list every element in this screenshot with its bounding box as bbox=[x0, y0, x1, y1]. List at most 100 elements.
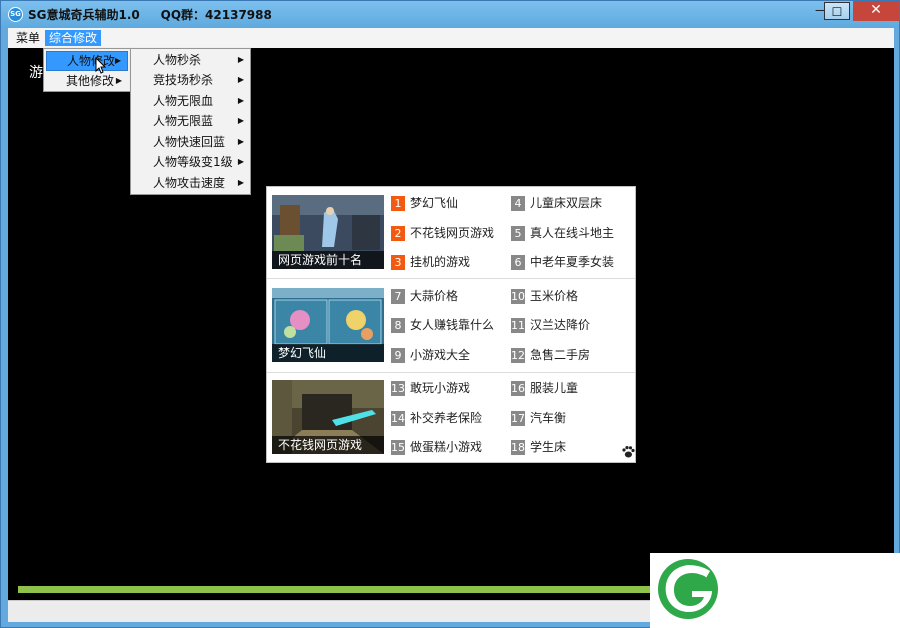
chevron-right-icon: ▶ bbox=[115, 76, 122, 85]
ad-link-text: 小游戏大全 bbox=[410, 348, 471, 362]
rank-badge: 16 bbox=[511, 381, 525, 396]
menu-item-label: 人物等级变1级 bbox=[153, 155, 233, 169]
ad-link[interactable]: 11 汉兰达降价 bbox=[511, 316, 590, 334]
ad-link-text: 学生床 bbox=[530, 440, 567, 454]
ad-link[interactable]: 15 做蛋糕小游戏 bbox=[391, 438, 482, 456]
menu-item-character-modify[interactable]: 人物修改 ▶ bbox=[46, 51, 128, 71]
site-logo bbox=[650, 553, 900, 628]
rank-badge: 13 bbox=[391, 381, 405, 396]
rank-badge: 8 bbox=[391, 318, 405, 333]
menu-item-label: 竞技场秒杀 bbox=[153, 73, 214, 87]
menu-item-fast-mp-regen[interactable]: 人物快速回蓝 ▶ bbox=[133, 132, 250, 152]
ad-link-text: 急售二手房 bbox=[530, 348, 591, 362]
chevron-right-icon: ▶ bbox=[114, 56, 121, 65]
menu-item-label: 人物无限蓝 bbox=[153, 114, 214, 128]
ad-link[interactable]: 4 儿童床双层床 bbox=[511, 194, 602, 212]
ad-link[interactable]: 12 急售二手房 bbox=[511, 346, 590, 364]
menu-item-arena-instakill[interactable]: 竞技场秒杀 ▶ bbox=[133, 70, 250, 90]
rank-badge: 10 bbox=[511, 289, 525, 304]
ad-link[interactable]: 2 不花钱网页游戏 bbox=[391, 224, 494, 242]
ad-link-text: 敢玩小游戏 bbox=[410, 381, 471, 395]
maximize-button[interactable]: ☐ bbox=[824, 2, 850, 20]
menu-item-label: 人物无限血 bbox=[153, 94, 214, 108]
rank-badge: 18 bbox=[511, 440, 525, 455]
ad-thumbnail-caption: 网页游戏前十名 bbox=[272, 251, 384, 269]
rank-badge: 12 bbox=[511, 348, 525, 363]
close-button[interactable]: ✕ bbox=[853, 1, 899, 21]
ad-thumbnail-caption: 不花钱网页游戏 bbox=[272, 436, 384, 454]
ad-link[interactable]: 3 挂机的游戏 bbox=[391, 253, 470, 271]
progress-bar bbox=[18, 586, 658, 593]
rank-badge: 2 bbox=[391, 226, 405, 241]
leaf-logo-icon bbox=[658, 559, 718, 619]
menu-bar: 菜单 综合修改 bbox=[8, 28, 894, 48]
menu-general-modify[interactable]: 综合修改 bbox=[45, 30, 102, 46]
divider bbox=[267, 278, 635, 279]
menu-item-label: 人物修改 bbox=[67, 54, 116, 68]
chevron-right-icon: ▶ bbox=[237, 137, 244, 146]
ad-link-text: 做蛋糕小游戏 bbox=[410, 440, 483, 454]
title-bar[interactable]: SG SG意城奇兵辅助1.0 QQ群：42137988 — ☐ ✕ bbox=[1, 1, 899, 28]
ad-thumbnail-2[interactable]: 梦幻飞仙 bbox=[272, 288, 384, 362]
rank-badge: 4 bbox=[511, 196, 525, 211]
ad-link[interactable]: 6 中老年夏季女装 bbox=[511, 253, 614, 271]
ad-thumbnail-1[interactable]: 网页游戏前十名 bbox=[272, 195, 384, 269]
menu-item-other-modify[interactable]: 其他修改 ▶ bbox=[46, 71, 128, 91]
ad-link-text: 补交养老保险 bbox=[410, 411, 483, 425]
rank-badge: 9 bbox=[391, 348, 405, 363]
ad-link[interactable]: 17 汽车衡 bbox=[511, 409, 566, 427]
menu-item-label: 其他修改 bbox=[66, 74, 115, 88]
submenu-character: 人物秒杀 ▶ 竞技场秒杀 ▶ 人物无限血 ▶ 人物无限蓝 ▶ 人物快速回蓝 ▶ 人物等级变… bbox=[130, 48, 251, 195]
ad-link-text: 大蒜价格 bbox=[410, 289, 459, 303]
ad-link[interactable]: 13 敢玩小游戏 bbox=[391, 379, 470, 397]
menu-main[interactable]: 菜单 bbox=[12, 30, 44, 46]
ad-link[interactable]: 8 女人赚钱靠什么 bbox=[391, 316, 494, 334]
chevron-right-icon: ▶ bbox=[237, 178, 244, 187]
ad-panel[interactable]: 网页游戏前十名 梦幻飞仙 不花钱网页游戏 1 梦幻飞仙 2 不花钱网页游戏 3 挂机的… bbox=[266, 186, 636, 463]
menu-item-label: 人物秒杀 bbox=[153, 53, 202, 67]
mouse-cursor-icon bbox=[95, 57, 107, 74]
chevron-right-icon: ▶ bbox=[237, 157, 244, 166]
rank-badge: 17 bbox=[511, 411, 525, 426]
ad-link-text: 汉兰达降价 bbox=[530, 318, 591, 332]
rank-badge: 7 bbox=[391, 289, 405, 304]
ad-link[interactable]: 18 学生床 bbox=[511, 438, 566, 456]
ad-link[interactable]: 16 服装儿童 bbox=[511, 379, 578, 397]
ad-link-text: 服装儿童 bbox=[530, 381, 579, 395]
menu-item-attack-speed[interactable]: 人物攻击速度 ▶ bbox=[133, 173, 250, 193]
ad-link-text: 儿童床双层床 bbox=[530, 196, 603, 210]
rank-badge: 15 bbox=[391, 440, 405, 455]
chevron-right-icon: ▶ bbox=[237, 75, 244, 84]
ad-link-text: 汽车衡 bbox=[530, 411, 567, 425]
menu-item-label: 人物快速回蓝 bbox=[153, 135, 226, 149]
ad-link-text: 挂机的游戏 bbox=[410, 255, 471, 269]
rank-badge: 6 bbox=[511, 255, 525, 270]
ad-link-text: 真人在线斗地主 bbox=[530, 226, 615, 240]
ad-link[interactable]: 7 大蒜价格 bbox=[391, 287, 458, 305]
chevron-right-icon: ▶ bbox=[237, 96, 244, 105]
menu-item-infinite-hp[interactable]: 人物无限血 ▶ bbox=[133, 91, 250, 111]
rank-badge: 5 bbox=[511, 226, 525, 241]
game-text: 游 bbox=[29, 65, 43, 81]
chevron-right-icon: ▶ bbox=[237, 55, 244, 64]
chevron-right-icon: ▶ bbox=[237, 116, 244, 125]
ad-thumbnail-3[interactable]: 不花钱网页游戏 bbox=[272, 380, 384, 454]
ad-link[interactable]: 5 真人在线斗地主 bbox=[511, 224, 614, 242]
menu-item-infinite-mp[interactable]: 人物无限蓝 ▶ bbox=[133, 111, 250, 131]
ad-link-text: 不花钱网页游戏 bbox=[410, 226, 495, 240]
ad-link[interactable]: 1 梦幻飞仙 bbox=[391, 194, 458, 212]
rank-badge: 11 bbox=[511, 318, 525, 333]
ad-link-text: 女人赚钱靠什么 bbox=[410, 318, 495, 332]
ad-link[interactable]: 10 玉米价格 bbox=[511, 287, 578, 305]
ad-link[interactable]: 14 补交养老保险 bbox=[391, 409, 482, 427]
paw-icon[interactable] bbox=[621, 445, 635, 459]
menu-item-level-to-1[interactable]: 人物等级变1级 ▶ bbox=[133, 152, 250, 172]
rank-badge: 1 bbox=[391, 196, 405, 211]
ad-link-text: 中老年夏季女装 bbox=[530, 255, 615, 269]
window-title: SG意城奇兵辅助1.0 QQ群：42137988 bbox=[28, 8, 272, 22]
rank-badge: 3 bbox=[391, 255, 405, 270]
ad-link[interactable]: 9 小游戏大全 bbox=[391, 346, 470, 364]
menu-item-label: 人物攻击速度 bbox=[153, 176, 226, 190]
ad-link-text: 玉米价格 bbox=[530, 289, 579, 303]
menu-item-char-instakill[interactable]: 人物秒杀 ▶ bbox=[133, 50, 250, 70]
